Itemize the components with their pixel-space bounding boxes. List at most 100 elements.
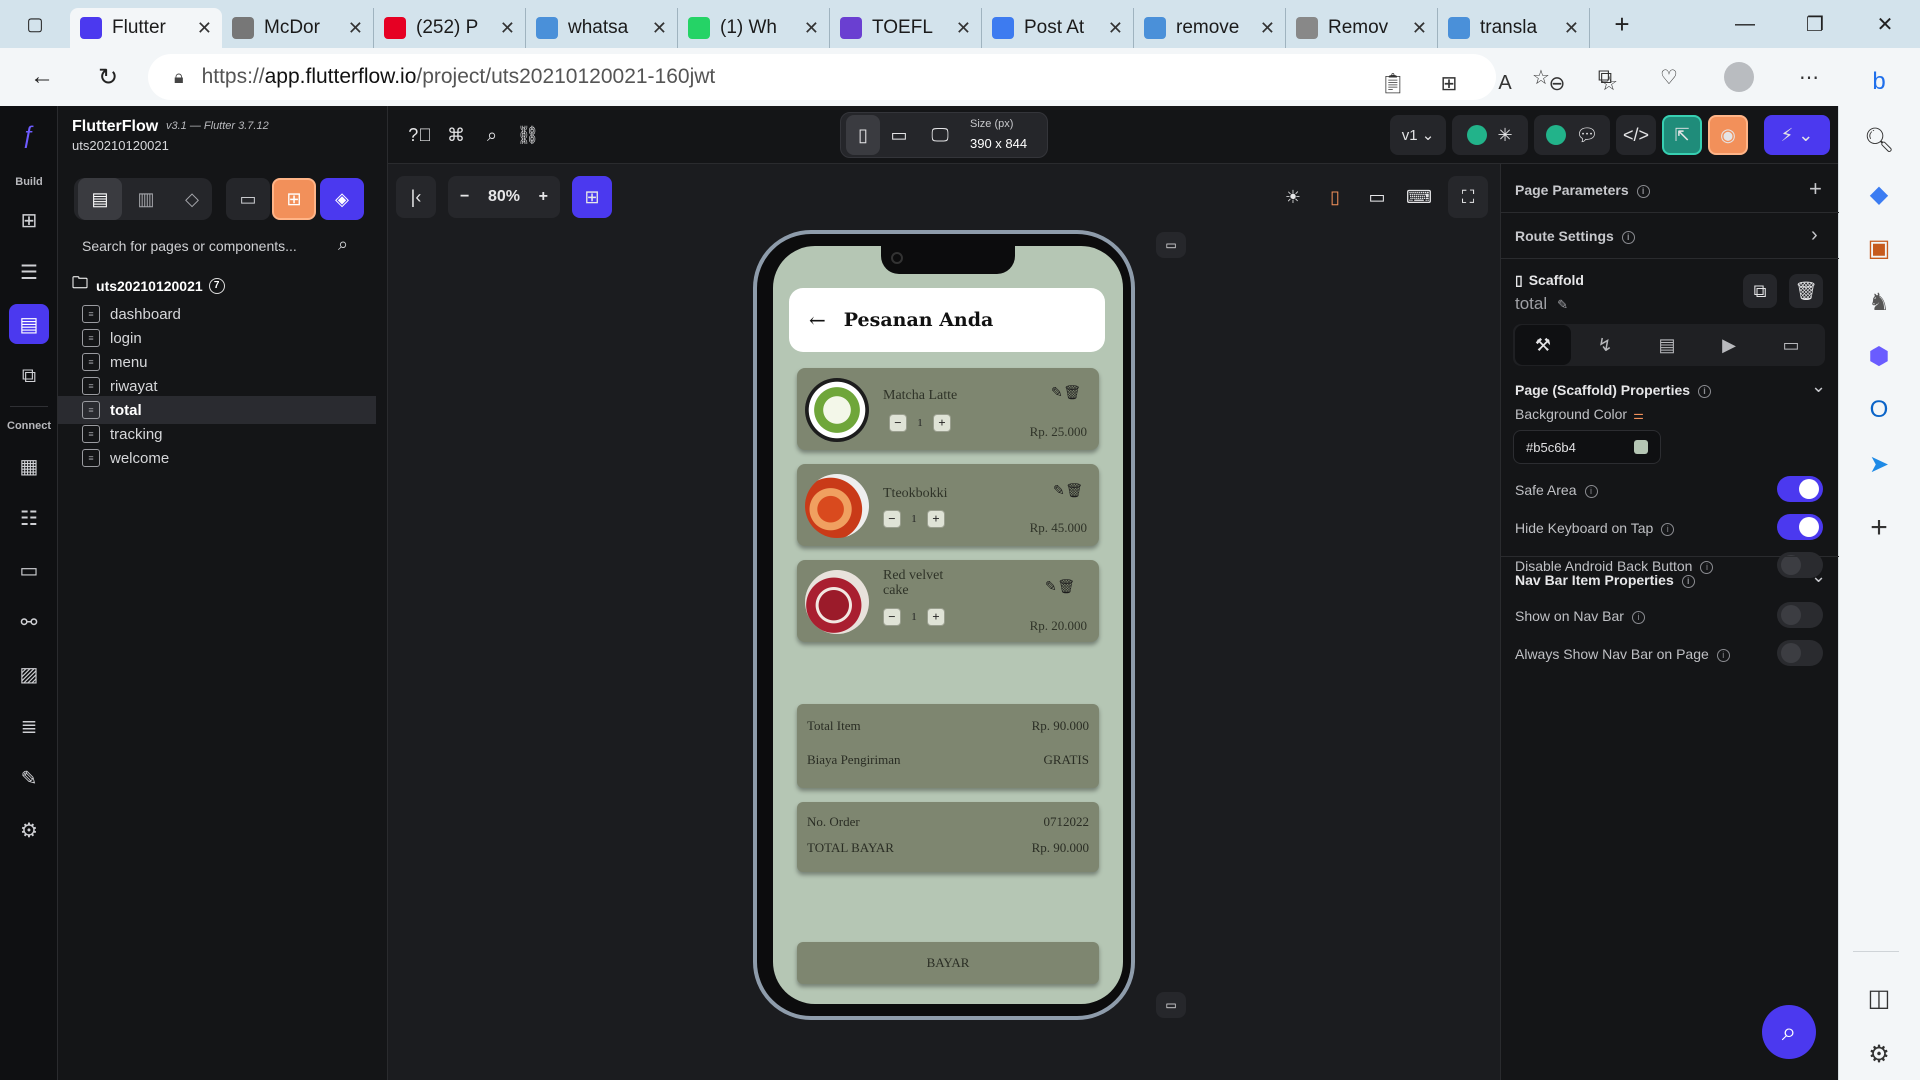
sidebar-layout-icon[interactable]: ◫ [1855, 974, 1903, 1022]
zoom-in-button[interactable]: + [539, 188, 548, 206]
back-icon[interactable]: ← [12, 48, 72, 106]
help-icon[interactable]: ?⃝ [402, 115, 438, 155]
keyboard-icon[interactable]: ⌨ [1400, 176, 1438, 218]
edit-name-icon[interactable]: ✎ [1557, 297, 1568, 312]
flutterflow-logo-icon[interactable]: ƒ [9, 116, 49, 156]
preview-icon[interactable]: ◉ [1708, 115, 1748, 155]
components-icon[interactable]: ⧉ [9, 356, 49, 396]
increase-button[interactable]: + [927, 510, 945, 528]
components-tab-icon[interactable]: ▥ [124, 178, 168, 220]
properties-tab-icon[interactable]: ⚒ [1515, 325, 1571, 365]
app-state-icon[interactable]: ☷ [9, 498, 49, 538]
portrait-icon[interactable]: ▯ [1316, 176, 1354, 218]
toggle-switch[interactable] [1777, 476, 1823, 502]
apps-icon[interactable]: ⊞ [1424, 54, 1474, 112]
edit-icon[interactable]: ✎ [1045, 579, 1057, 596]
delete-icon[interactable]: 🗑︎ [1057, 579, 1075, 596]
browser-tab[interactable]: Flutter ✕ [70, 8, 222, 48]
collections-icon[interactable]: ⧉ [1580, 48, 1630, 106]
media-assets-icon[interactable]: ▨ [9, 654, 49, 694]
backend-query-tab-icon[interactable]: ▤ [1639, 325, 1695, 365]
increase-button[interactable]: + [933, 414, 951, 432]
integrations-icon[interactable]: ⚯ [9, 602, 49, 642]
collab-status-group[interactable]: 💬︎ [1534, 115, 1610, 155]
responsive-icon[interactable]: ⛶ [1448, 176, 1488, 218]
profile-avatar[interactable] [1714, 48, 1764, 106]
browser-tab[interactable]: (1) Wh ✕ [678, 8, 830, 48]
close-tab-icon[interactable]: ✕ [197, 18, 212, 39]
page-state-tab-icon[interactable]: ▭ [1763, 325, 1819, 365]
toggle-switch[interactable] [1777, 514, 1823, 540]
desktop-device-icon[interactable]: 🖵︎ [920, 115, 960, 155]
browser-tab[interactable]: Post At ✕ [982, 8, 1134, 48]
restore-icon[interactable]: ❐ [1780, 0, 1850, 48]
search-icon[interactable]: 🔍︎ [1855, 116, 1903, 164]
api-calls-icon[interactable]: ▭ [9, 550, 49, 590]
games-icon[interactable]: ♞ [1855, 278, 1903, 326]
favorites-icon[interactable]: ☆ [1516, 48, 1566, 106]
page-search-input[interactable]: Search for pages or components... [82, 238, 297, 254]
close-tab-icon[interactable]: ✕ [804, 18, 819, 39]
collapse-panel-icon[interactable]: |‹ [396, 176, 436, 218]
premium-icon[interactable]: ◈ [320, 178, 364, 220]
project-folder[interactable]: 🗀︎ uts20210120021 7 [72, 272, 225, 299]
pay-button[interactable]: BAYAR [797, 942, 1099, 984]
chevron-down-icon[interactable]: ⌄ [1811, 376, 1826, 397]
color-picker-icon[interactable]: ⚌ [1633, 408, 1644, 422]
browser-tab[interactable]: TOEFL ✕ [830, 8, 982, 48]
theme-icon[interactable]: ✎ [9, 758, 49, 798]
duplicate-icon[interactable]: ⧉ [1743, 274, 1777, 308]
toggle-switch[interactable] [1777, 602, 1823, 628]
settings-icon[interactable]: ⚙ [9, 810, 49, 850]
decrease-button[interactable]: − [883, 510, 901, 528]
storyboard-icon[interactable]: ☰ [9, 252, 49, 292]
database-icon[interactable]: ▦ [9, 446, 49, 486]
nav-bar-properties-header[interactable]: Nav Bar Item Properties i [1515, 572, 1695, 588]
edit-icon[interactable]: ✎ [1051, 385, 1063, 402]
browser-tab[interactable]: Remov ✕ [1286, 8, 1438, 48]
new-tab-button[interactable]: + [1602, 4, 1642, 44]
send-icon[interactable]: ➤ [1855, 440, 1903, 488]
close-tab-icon[interactable]: ✕ [348, 18, 363, 39]
browser-tab[interactable]: (252) P ✕ [374, 8, 526, 48]
close-window-icon[interactable]: ✕ [1850, 0, 1920, 48]
tablet-device-icon[interactable]: ▭ [882, 115, 916, 155]
link-icon[interactable]: ⛓ [510, 115, 546, 155]
close-tab-icon[interactable]: ✕ [1108, 18, 1123, 39]
custom-code-icon[interactable]: ≣ [9, 706, 49, 746]
delete-icon[interactable]: 🗑︎ [1063, 385, 1081, 402]
command-icon[interactable]: ⌘ [438, 115, 474, 155]
keyboard-preview-icon[interactable]: ▭ [1156, 992, 1186, 1018]
microsoft365-icon[interactable]: ⬢ [1855, 332, 1903, 380]
chevron-right-icon[interactable]: › [1811, 224, 1818, 247]
search-icon[interactable]: ⌕ [474, 115, 510, 155]
page-item-welcome[interactable]: ≡ welcome [58, 444, 376, 472]
version-dropdown[interactable]: v1 ⌄ [1390, 115, 1446, 155]
performance-icon[interactable]: ♡ [1644, 48, 1694, 106]
code-view-icon[interactable]: </> [1616, 115, 1656, 155]
chevron-down-icon[interactable]: ⌄ [1811, 566, 1826, 587]
add-page-icon[interactable]: ⊞ [272, 178, 316, 220]
overflow-indicator-icon[interactable]: ▭ [1156, 232, 1186, 258]
phone-device-icon[interactable]: ▯ [846, 115, 880, 155]
animations-tab-icon[interactable]: ▶ [1701, 325, 1757, 365]
page-parameters-header[interactable]: Page Parameters i [1515, 182, 1650, 198]
outlook-icon[interactable]: O [1855, 386, 1903, 434]
scaffold-properties-header[interactable]: Page (Scaffold) Properties i [1515, 382, 1712, 398]
search-icon[interactable]: ⌕ [338, 234, 348, 255]
delete-icon[interactable]: 🗑︎ [1065, 483, 1083, 500]
minimize-icon[interactable]: — [1710, 0, 1780, 48]
new-folder-icon[interactable]: ▭ [226, 178, 270, 220]
shopping-icon[interactable]: ◆ [1855, 170, 1903, 218]
close-tab-icon[interactable]: ✕ [1564, 18, 1579, 39]
delete-icon[interactable]: 🗑︎ [1789, 274, 1823, 308]
browser-tab[interactable]: remove ✕ [1134, 8, 1286, 48]
increase-button[interactable]: + [927, 608, 945, 626]
open-external-icon[interactable]: ⇱ [1662, 115, 1702, 155]
decrease-button[interactable]: − [883, 608, 901, 626]
more-menu-icon[interactable]: ⋯ [1784, 48, 1834, 106]
edit-icon[interactable]: ✎ [1053, 483, 1065, 500]
run-menu-button[interactable]: ⚡︎ ⌄ [1764, 115, 1830, 155]
zoom-out-button[interactable]: − [460, 188, 469, 206]
add-parameter-icon[interactable]: + [1809, 176, 1822, 202]
